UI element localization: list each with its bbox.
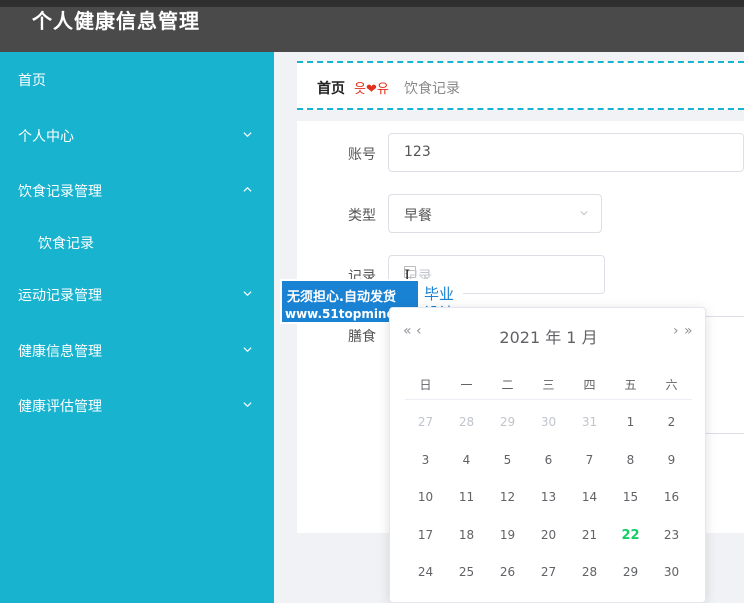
breadcrumb-separator: 읏❤유	[354, 82, 389, 97]
calendar-day-prev-month[interactable]: 28	[446, 415, 487, 429]
watermark-tag-line1: 毕业	[424, 285, 455, 303]
calendar-week: 24 25 26 27 28 29 30	[405, 559, 692, 589]
diet-label: 膳食	[348, 329, 376, 345]
sidebar-item-health-info[interactable]: 健康信息管理	[0, 330, 274, 370]
calendar-day[interactable]: 7	[569, 453, 610, 467]
sidebar-item-label: 饮食记录管理	[18, 184, 102, 200]
date-picker-popup: « ‹ 2021 年 1 月 › » 日 一 二 三 四 五 六 27 28 2…	[389, 307, 706, 603]
weekday-label: 日	[419, 378, 432, 392]
type-select[interactable]: 早餐	[388, 194, 602, 233]
sidebar-item-label: 运动记录管理	[18, 288, 102, 304]
sidebar-item-diet-records[interactable]: 饮食记录管理	[0, 170, 274, 210]
account-label: 账号	[348, 147, 376, 163]
calendar-day[interactable]: 6	[528, 453, 569, 467]
calendar-day[interactable]: 4	[446, 453, 487, 467]
sidebar-subitem-diet-record[interactable]: 饮食记录	[0, 222, 274, 262]
breadcrumb-current: 饮食记录	[404, 81, 460, 97]
calendar-week: 17 18 19 20 21 22 23	[405, 522, 692, 552]
sidebar-item-health-assessment[interactable]: 健康评估管理	[0, 385, 274, 425]
calendar-day[interactable]: 10	[405, 490, 446, 504]
calendar-day[interactable]: 3	[405, 453, 446, 467]
weekday-label: 一	[460, 378, 473, 392]
calendar-day[interactable]: 19	[487, 528, 528, 542]
sidebar-item-label: 首页	[18, 73, 46, 89]
weekday-label: 六	[665, 378, 678, 392]
breadcrumb: 首页 읏❤유 饮食记录	[297, 61, 744, 110]
calendar-day[interactable]: 18	[446, 528, 487, 542]
breadcrumb-home[interactable]: 首页	[317, 78, 345, 98]
calendar-day[interactable]: 28	[569, 565, 610, 579]
calendar-day[interactable]: 29	[610, 565, 651, 579]
weekday-header: 日 一 二 三 四 五 六	[405, 370, 692, 400]
calendar-day[interactable]: 11	[446, 490, 487, 504]
sidebar-item-exercise-records[interactable]: 运动记录管理	[0, 274, 274, 314]
sidebar-item-personal-center[interactable]: 个人中心	[0, 115, 274, 155]
calendar-day[interactable]: 8	[610, 453, 651, 467]
calendar-day-prev-month[interactable]: 27	[405, 415, 446, 429]
next-year-button[interactable]: »	[684, 323, 693, 339]
chevron-down-icon	[243, 402, 252, 408]
calendar-week: 3 4 5 6 7 8 9	[405, 447, 692, 477]
sidebar-item-label: 饮食记录	[38, 236, 94, 252]
calendar-day[interactable]: 23	[651, 528, 692, 542]
top-bar: 个人健康信息管理	[0, 0, 744, 52]
type-label: 类型	[348, 208, 376, 224]
calendar-day-prev-month[interactable]: 31	[569, 415, 610, 429]
weekday-label: 三	[542, 378, 555, 392]
calendar-day[interactable]: 5	[487, 453, 528, 467]
sidebar: 首页 个人中心 饮食记录管理 饮食记录 运动记录管理 健康信息管理 健康评估管理	[0, 52, 274, 603]
calendar-day[interactable]: 15	[610, 490, 651, 504]
calendar-day[interactable]: 26	[487, 565, 528, 579]
sidebar-item-label: 健康评估管理	[18, 399, 102, 415]
chevron-down-icon	[243, 291, 252, 297]
chevron-up-icon	[243, 186, 252, 192]
calendar-day[interactable]: 14	[569, 490, 610, 504]
chevron-down-icon	[580, 211, 588, 216]
calendar-day[interactable]: 25	[446, 565, 487, 579]
calendar-day-today[interactable]: 22	[610, 528, 651, 543]
calendar-day[interactable]: 9	[651, 453, 692, 467]
calendar-day[interactable]: 1	[610, 415, 651, 429]
app-title: 个人健康信息管理	[32, 9, 200, 33]
calendar-day-prev-month[interactable]: 29	[487, 415, 528, 429]
chevron-down-icon	[243, 347, 252, 353]
sidebar-item-label: 个人中心	[18, 129, 74, 145]
next-month-button[interactable]: ›	[673, 323, 679, 339]
calendar-day[interactable]: 12	[487, 490, 528, 504]
calendar-day[interactable]: 16	[651, 490, 692, 504]
calendar-day[interactable]: 2	[651, 415, 692, 429]
type-value: 早餐	[404, 208, 432, 224]
calendar-week: 10 11 12 13 14 15 16	[405, 484, 692, 514]
account-input[interactable]: 123	[388, 133, 744, 172]
account-value: 123	[404, 144, 431, 160]
calendar-week: 27 28 29 30 31 1 2	[405, 409, 692, 439]
weekday-label: 二	[501, 378, 514, 392]
calendar-day[interactable]: 20	[528, 528, 569, 542]
weekday-label: 四	[583, 378, 596, 392]
sidebar-item-label: 健康信息管理	[18, 344, 102, 360]
calendar-day[interactable]: 13	[528, 490, 569, 504]
calendar-header: 2021 年 1 月	[499, 328, 598, 347]
watermark-line1: 无须担心.自动发货	[287, 290, 396, 305]
calendar-day[interactable]: 17	[405, 528, 446, 542]
sidebar-item-home[interactable]: 首页	[0, 59, 274, 99]
calendar-day[interactable]: 24	[405, 565, 446, 579]
calendar-day[interactable]: 21	[569, 528, 610, 542]
calendar-day-prev-month[interactable]: 30	[528, 415, 569, 429]
weekday-label: 五	[624, 378, 637, 392]
calendar-day[interactable]: 27	[528, 565, 569, 579]
chevron-down-icon	[243, 132, 252, 138]
calendar-day[interactable]: 30	[651, 565, 692, 579]
